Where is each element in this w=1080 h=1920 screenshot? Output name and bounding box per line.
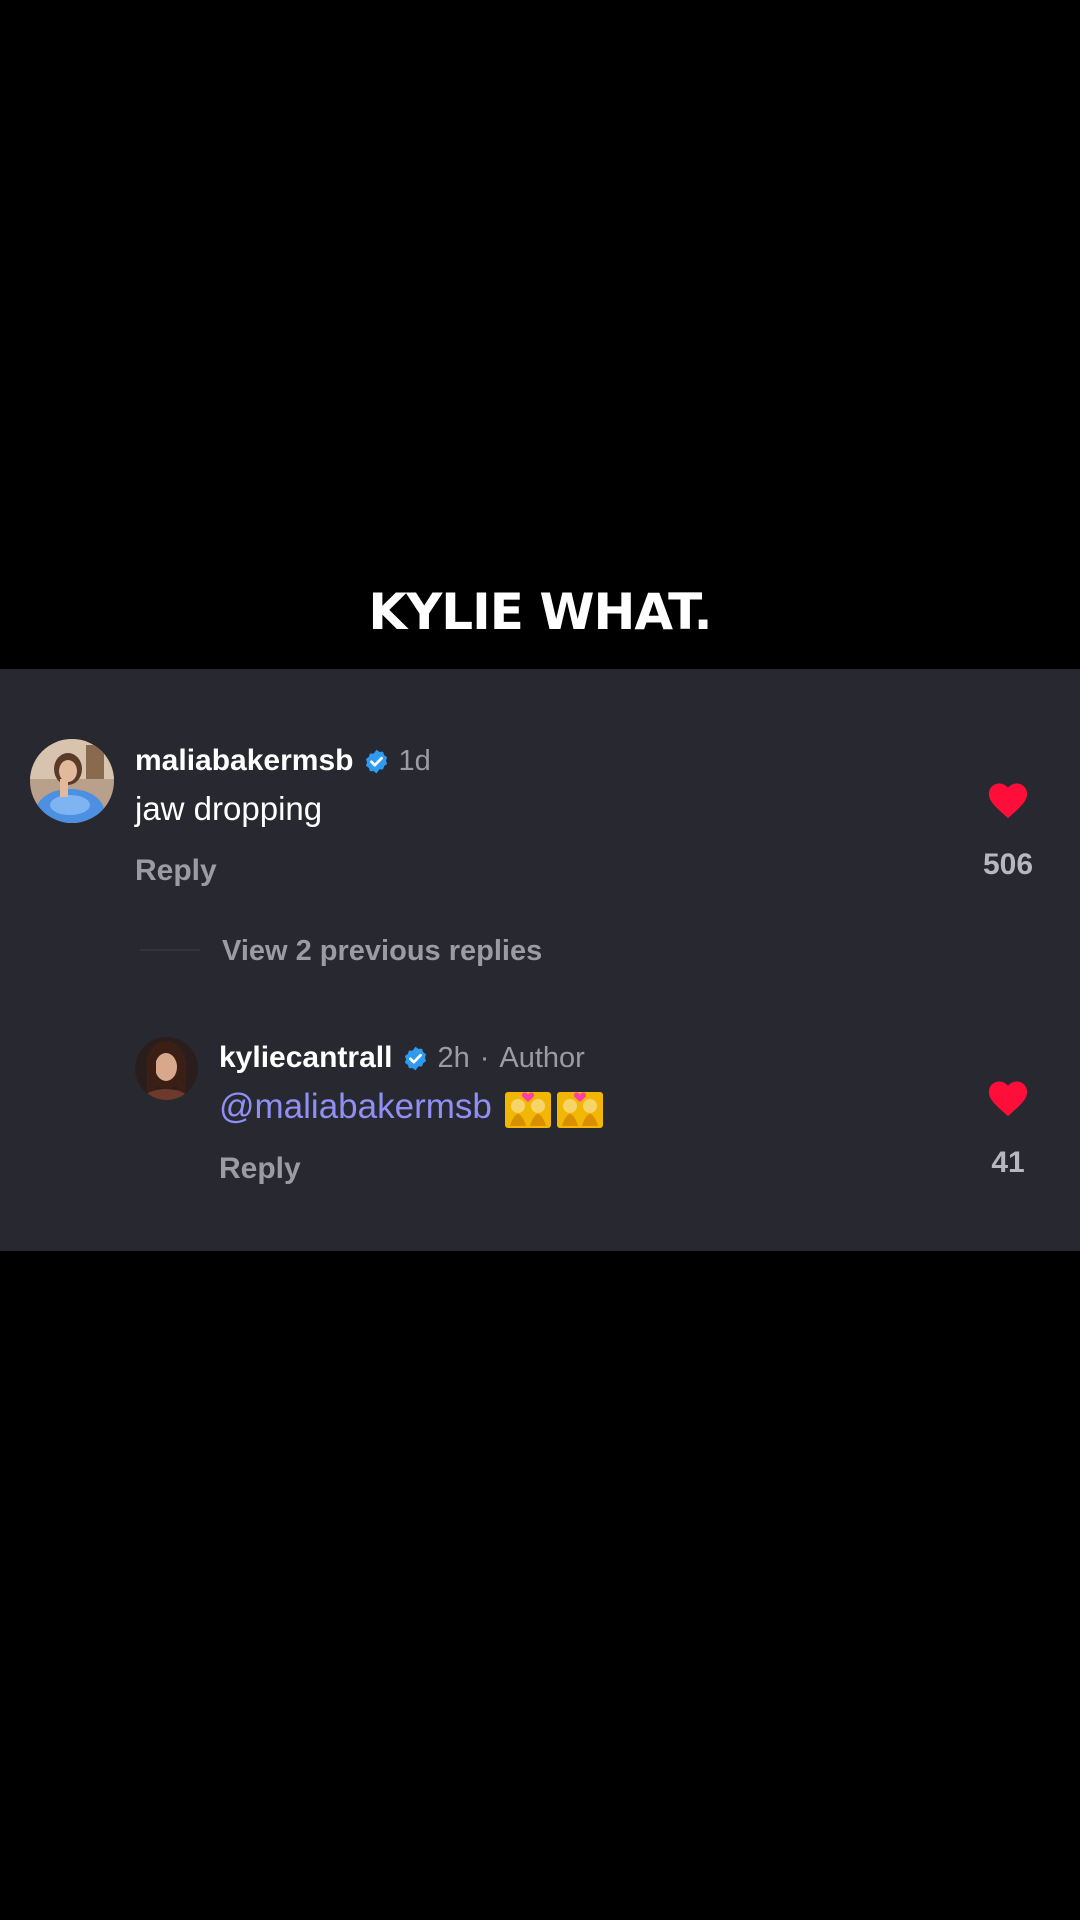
reply-button[interactable]: Reply	[135, 851, 217, 891]
like-heart-icon[interactable]	[986, 779, 1030, 819]
comment-header: maliabakermsb 1d	[135, 739, 431, 783]
comment-username[interactable]: maliabakermsb	[135, 744, 353, 778]
reply-time: 2h	[437, 1041, 470, 1074]
reply-avatar[interactable]	[135, 1037, 198, 1100]
reply-button[interactable]: Reply	[219, 1149, 301, 1189]
couple-with-heart-emoji-icon	[556, 1092, 603, 1128]
like-count: 506	[982, 848, 1034, 881]
comment-time: 1d	[398, 744, 431, 777]
couple-with-heart-emoji-icon	[504, 1092, 551, 1128]
reply-text: @maliabakermsb	[219, 1085, 604, 1129]
reply-username[interactable]: kyliecantrall	[219, 1041, 392, 1075]
user-avatar-photo-icon	[30, 739, 114, 823]
like-count: 41	[991, 1146, 1025, 1179]
comments-panel: maliabakermsb 1d jaw dropping Reply 506 …	[0, 669, 1080, 1251]
view-previous-replies-button[interactable]: View 2 previous replies	[222, 931, 542, 971]
like-heart-icon[interactable]	[986, 1077, 1030, 1117]
verified-badge-icon	[366, 749, 388, 773]
video-caption: KYLIE WHAT.	[368, 583, 712, 641]
user-avatar-photo-icon	[135, 1037, 198, 1100]
reply-header: kyliecantrall 2h · Author	[219, 1036, 585, 1080]
verified-badge-icon	[405, 1046, 427, 1070]
mention-link[interactable]: @maliabakermsb	[219, 1085, 492, 1129]
meta-separator: ·	[479, 1041, 490, 1074]
comment-text: jaw dropping	[135, 790, 323, 827]
author-tag: Author	[499, 1041, 585, 1074]
comment-avatar[interactable]	[30, 739, 114, 823]
thread-divider	[140, 949, 200, 951]
